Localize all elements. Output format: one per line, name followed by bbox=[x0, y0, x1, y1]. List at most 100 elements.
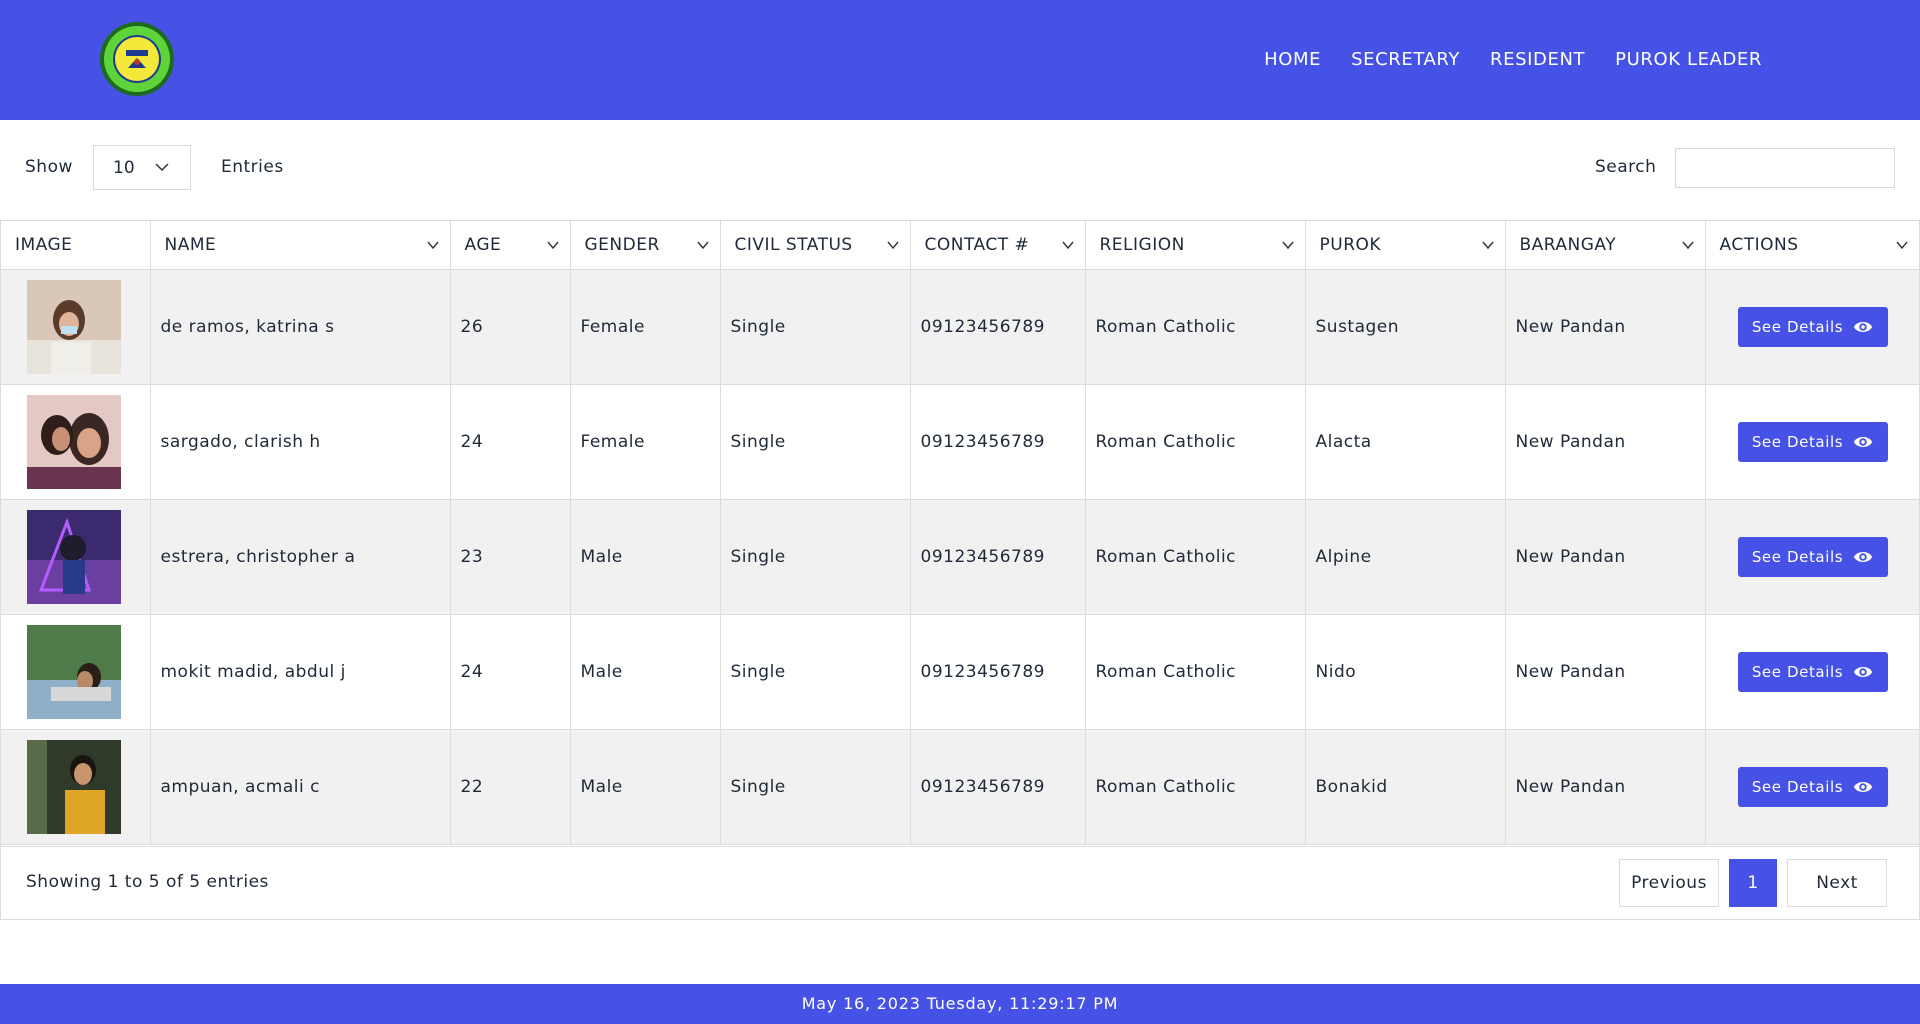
resident-photo bbox=[27, 625, 121, 719]
nav-purok-leader[interactable]: PUROK LEADER bbox=[1615, 48, 1762, 72]
purok-cell: Nido bbox=[1305, 614, 1506, 730]
column-header-religion[interactable]: RELIGION bbox=[1085, 221, 1306, 270]
religion-cell: Roman Catholic bbox=[1085, 729, 1306, 845]
actions-cell: See Details bbox=[1705, 614, 1919, 730]
see-details-label: See Details bbox=[1751, 433, 1844, 451]
residents-table-container: IMAGE NAME AGE GENDER CIVIL STATUS CONTA… bbox=[0, 220, 1920, 920]
actions-cell: See Details bbox=[1705, 384, 1919, 500]
pagination: Previous 1 Next bbox=[1619, 859, 1887, 907]
actions-cell: See Details bbox=[1705, 499, 1919, 615]
contact-cell: 09123456789 bbox=[910, 614, 1086, 730]
image-cell bbox=[1, 499, 151, 615]
image-cell bbox=[1, 269, 151, 385]
eye-icon bbox=[1854, 782, 1873, 792]
civil-status-cell: Single bbox=[720, 729, 911, 845]
column-header-civil-status[interactable]: CIVIL STATUS bbox=[720, 221, 911, 270]
chevron-down-icon bbox=[1061, 241, 1074, 250]
search-input[interactable] bbox=[1675, 148, 1895, 188]
column-header-gender[interactable]: GENDER bbox=[570, 221, 721, 270]
contact-cell: 09123456789 bbox=[910, 269, 1086, 385]
purok-cell: Sustagen bbox=[1305, 269, 1506, 385]
age-cell: 23 bbox=[450, 499, 571, 615]
eye-icon bbox=[1854, 552, 1873, 562]
name-cell: ampuan, acmali c bbox=[150, 729, 451, 845]
entries-label: Entries bbox=[221, 157, 284, 177]
age-cell: 24 bbox=[450, 614, 571, 730]
column-header-image: IMAGE bbox=[1, 221, 151, 270]
religion-cell: Roman Catholic bbox=[1085, 614, 1306, 730]
civil-status-cell: Single bbox=[720, 269, 911, 385]
see-details-label: See Details bbox=[1751, 548, 1844, 566]
nav-resident[interactable]: RESIDENT bbox=[1490, 48, 1585, 72]
religion-cell: Roman Catholic bbox=[1085, 269, 1306, 385]
gender-cell: Female bbox=[570, 269, 721, 385]
name-cell: mokit madid, abdul j bbox=[150, 614, 451, 730]
gender-cell: Male bbox=[570, 499, 721, 615]
see-details-button[interactable]: See Details bbox=[1737, 537, 1888, 577]
nav-secretary[interactable]: SECRETARY bbox=[1351, 48, 1460, 72]
age-cell: 26 bbox=[450, 269, 571, 385]
eye-icon bbox=[1854, 322, 1873, 332]
chevron-down-icon bbox=[696, 241, 709, 250]
see-details-label: See Details bbox=[1751, 318, 1844, 336]
gender-cell: Male bbox=[570, 614, 721, 730]
image-cell bbox=[1, 614, 151, 730]
see-details-button[interactable]: See Details bbox=[1737, 422, 1888, 462]
show-label: Show bbox=[25, 157, 73, 177]
next-page-button[interactable]: Next bbox=[1787, 859, 1887, 907]
table-controls: Show 10 Entries Search bbox=[0, 145, 1920, 190]
chevron-down-icon bbox=[426, 241, 439, 250]
column-header-age[interactable]: AGE bbox=[450, 221, 571, 270]
contact-cell: 09123456789 bbox=[910, 499, 1086, 615]
resident-photo bbox=[27, 510, 121, 604]
table-row: de ramos, katrina s 26 Female Single 091… bbox=[1, 269, 1919, 385]
see-details-label: See Details bbox=[1751, 663, 1844, 681]
resident-photo bbox=[27, 740, 121, 834]
chevron-down-icon bbox=[1281, 241, 1294, 250]
eye-icon bbox=[1854, 437, 1873, 447]
image-cell bbox=[1, 729, 151, 845]
entries-per-page-select[interactable]: 10 bbox=[93, 145, 191, 190]
name-cell: de ramos, katrina s bbox=[150, 269, 451, 385]
see-details-label: See Details bbox=[1751, 778, 1844, 796]
see-details-button[interactable]: See Details bbox=[1737, 652, 1888, 692]
table-header-row: IMAGE NAME AGE GENDER CIVIL STATUS CONTA… bbox=[1, 221, 1919, 270]
chevron-down-icon bbox=[1896, 241, 1908, 250]
barangay-cell: New Pandan bbox=[1505, 499, 1706, 615]
civil-status-cell: Single bbox=[720, 499, 911, 615]
column-header-contact[interactable]: CONTACT # bbox=[910, 221, 1086, 270]
age-cell: 24 bbox=[450, 384, 571, 500]
age-cell: 22 bbox=[450, 729, 571, 845]
see-details-button[interactable]: See Details bbox=[1737, 307, 1888, 347]
religion-cell: Roman Catholic bbox=[1085, 384, 1306, 500]
showing-entries-text: Showing 1 to 5 of 5 entries bbox=[26, 872, 269, 892]
footer-datetime: May 16, 2023 Tuesday, 11:29:17 PM bbox=[801, 994, 1119, 1013]
table-row: sargado, clarish h 24 Female Single 0912… bbox=[1, 384, 1919, 500]
purok-cell: Bonakid bbox=[1305, 729, 1506, 845]
image-cell bbox=[1, 384, 151, 500]
barangay-cell: New Pandan bbox=[1505, 384, 1706, 500]
name-cell: estrera, christopher a bbox=[150, 499, 451, 615]
chevron-down-icon bbox=[1681, 241, 1694, 250]
column-header-name[interactable]: NAME bbox=[150, 221, 451, 270]
nav-home[interactable]: HOME bbox=[1264, 48, 1321, 72]
religion-cell: Roman Catholic bbox=[1085, 499, 1306, 615]
chevron-down-icon bbox=[155, 163, 169, 172]
name-cell: sargado, clarish h bbox=[150, 384, 451, 500]
barangay-cell: New Pandan bbox=[1505, 614, 1706, 730]
see-details-button[interactable]: See Details bbox=[1737, 767, 1888, 807]
barangay-seal-logo[interactable] bbox=[100, 22, 174, 96]
table-row: estrera, christopher a 23 Male Single 09… bbox=[1, 499, 1919, 615]
column-header-purok[interactable]: PUROK bbox=[1305, 221, 1506, 270]
purok-cell: Alpine bbox=[1305, 499, 1506, 615]
chevron-down-icon bbox=[886, 241, 899, 250]
footer-bar: May 16, 2023 Tuesday, 11:29:17 PM bbox=[0, 984, 1920, 1024]
column-header-barangay[interactable]: BARANGAY bbox=[1505, 221, 1706, 270]
chevron-down-icon bbox=[1481, 241, 1494, 250]
actions-cell: See Details bbox=[1705, 269, 1919, 385]
page-1-button[interactable]: 1 bbox=[1729, 859, 1777, 907]
residents-table: IMAGE NAME AGE GENDER CIVIL STATUS CONTA… bbox=[1, 221, 1919, 845]
entries-value: 10 bbox=[113, 158, 135, 178]
column-header-actions[interactable]: ACTIONS bbox=[1705, 221, 1919, 270]
previous-page-button[interactable]: Previous bbox=[1619, 859, 1719, 907]
